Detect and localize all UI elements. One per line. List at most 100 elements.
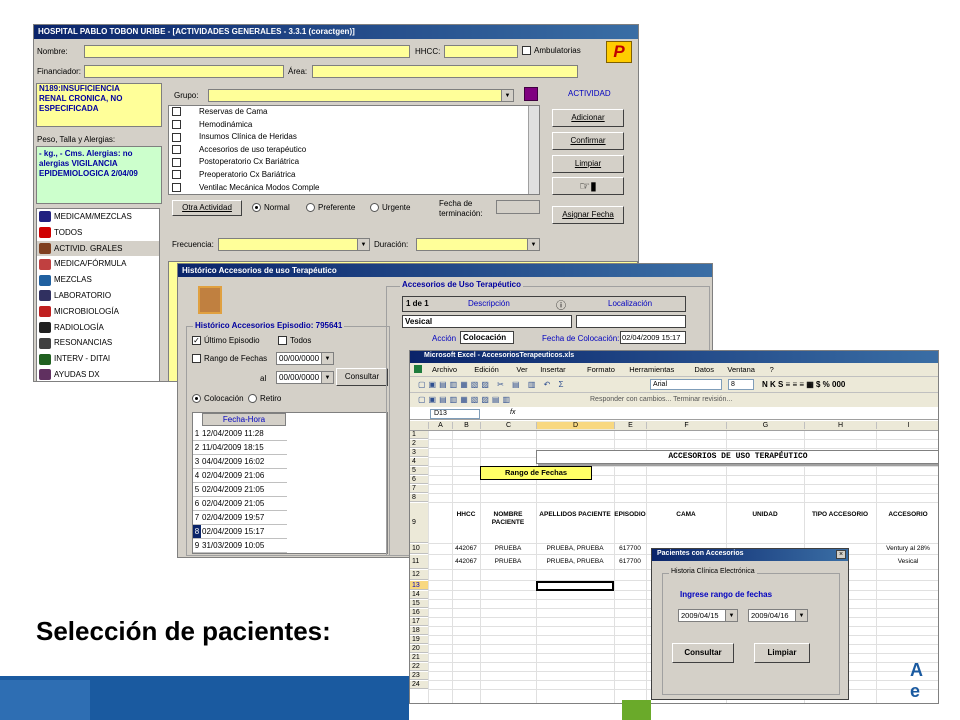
row-header[interactable]: 23 [410,672,428,680]
area-field[interactable] [312,65,578,78]
menu-item[interactable]: INTERV - DITAI [37,351,159,367]
row-header[interactable]: 2 [410,440,428,448]
table-header[interactable]: APELLIDOS PACIENTE [536,511,614,519]
frecuencia-select[interactable]: ▼ [218,238,370,251]
colocacion-radio[interactable]: Colocación [192,394,244,404]
menu-7[interactable]: Ventana [727,365,755,374]
menu-1[interactable]: Edición [474,365,499,374]
row-header[interactable]: 7 [410,485,428,493]
font-select[interactable]: Arial [650,379,722,390]
hhcc-field[interactable] [444,45,518,58]
table-header[interactable]: NOMBRE PACIENTE [480,511,536,527]
actividad-item[interactable]: Preoperatorio Cx Bariátrica [169,169,539,182]
date-to-select[interactable]: 00/00/0000 ▼ [276,371,334,384]
actividad-item[interactable]: Insumos Clínica de Heridas [169,131,539,144]
duracion-select[interactable]: ▼ [416,238,540,251]
checkbox-icon[interactable] [172,107,181,117]
row-header[interactable]: 4 [410,458,428,466]
confirmar-button[interactable]: Confirmar [552,132,624,150]
table-header[interactable]: HHCC [452,511,480,519]
table-cell[interactable]: PRUEBA, PRUEBA [536,558,614,565]
preferente-radio[interactable]: Preferente [306,203,355,213]
checkbox-icon[interactable] [172,132,181,142]
checkbox-icon[interactable] [172,182,181,192]
row-header[interactable]: 17 [410,618,428,626]
table-header[interactable]: CAMA [646,511,726,519]
ambulatorias-checkbox[interactable]: Ambulatorias [522,46,581,56]
row-header[interactable]: 1 [410,431,428,439]
column-header[interactable]: G [726,422,804,429]
table-row[interactable]: 3 04/04/2009 16:02 [193,455,287,469]
menu-item[interactable]: MEDICAM/MEZCLAS [37,209,159,225]
table-row[interactable]: 9 31/03/2009 10:05 [193,539,287,553]
row-header[interactable]: 8 [410,494,428,502]
actividad-item[interactable]: Hemodinámica [169,119,539,132]
actividad-item[interactable]: Ventilac Mecánica Modos Comple [169,182,539,194]
row-header[interactable]: 15 [410,600,428,608]
table-row[interactable]: 4 02/04/2009 21:06 [193,469,287,483]
row-header[interactable]: 14 [410,591,428,599]
checkbox-icon[interactable] [172,145,181,155]
table-row[interactable]: 1 12/04/2009 11:28 [193,427,287,441]
menu-4[interactable]: Formato [587,365,615,374]
actividad-item[interactable]: Accesorios de uso terapéutico [169,144,539,157]
reply-changes[interactable]: Responder con cambios... Terminar revisi… [590,396,732,403]
menu-5[interactable]: Herramientas [629,365,674,374]
menu-item[interactable]: RADIOLOGÍA [37,320,159,336]
table-cell[interactable]: PRUEBA, PRUEBA [536,545,614,552]
checkbox-icon[interactable] [172,119,181,129]
table-header[interactable]: EPISODIO [614,511,646,519]
table-header[interactable]: TIPO ACCESORIO [804,511,876,519]
table-cell[interactable]: 617700 [614,545,646,552]
date-from-select[interactable]: 00/00/0000 ▼ [276,352,334,365]
menu-item[interactable]: AYUDAS DX [37,367,159,381]
descripcion-field[interactable]: Vesical [402,315,572,328]
column-header[interactable]: A [428,422,452,429]
menu-item[interactable]: ACTIVID. GRALES [37,240,159,257]
consultar-button[interactable]: Consultar [336,368,388,386]
table-cell[interactable]: 617700 [614,558,646,565]
cell-ref-box[interactable]: D13 [430,409,480,419]
table-row[interactable]: 2 11/04/2009 18:15 [193,441,287,455]
asignar-fecha-button[interactable]: Asignar Fecha [552,206,624,224]
dialog-to-select[interactable]: 2009/04/16 ▼ [748,609,808,622]
row-header[interactable]: 9 [410,503,428,543]
table-cell[interactable]: PRUEBA [480,558,536,565]
info-icon[interactable]: ⓘ [556,297,566,312]
rango-fechas-button[interactable]: Rango de Fechas [480,466,592,480]
menu-item[interactable]: MEZCLAS [37,272,159,288]
table-row[interactable]: 5 02/04/2009 21:05 [193,483,287,497]
column-header[interactable]: B [452,422,480,429]
dialog-consultar-button[interactable]: Consultar [672,643,734,663]
accion-field[interactable]: Colocación [460,331,514,344]
actividad-item[interactable]: Postoperatorio Cx Bariátrica [169,156,539,169]
table-header[interactable]: ACCESORIO [876,511,938,519]
column-header[interactable]: D [536,422,614,429]
row-header[interactable]: 19 [410,636,428,644]
ultimo-episodio-checkbox[interactable]: Último Episodio [192,336,260,346]
menu-6[interactable]: Datos [694,365,714,374]
column-header[interactable]: E [614,422,646,429]
menu-8[interactable]: ? [770,365,774,374]
urgente-radio[interactable]: Urgente [370,203,410,213]
column-header[interactable]: H [804,422,876,429]
otra-actividad-button[interactable]: Otra Actividad [172,200,242,216]
fecha-terminacion-field[interactable] [496,200,540,214]
row-header[interactable]: 18 [410,627,428,635]
row-header[interactable]: 13 [410,581,428,590]
actividad-item[interactable]: Reservas de Cama [169,106,539,119]
table-row[interactable]: 8 02/04/2009 15:17 [193,525,287,539]
table-header[interactable]: UNIDAD [726,511,804,519]
table-cell[interactable]: PRUEBA [480,545,536,552]
row-header[interactable]: 21 [410,654,428,662]
localizacion-field[interactable] [576,315,686,328]
menu-0[interactable]: Archivo [432,365,457,374]
row-header[interactable]: 6 [410,476,428,484]
menu-2[interactable]: Ver [516,365,527,374]
row-header[interactable]: 22 [410,663,428,671]
column-header[interactable]: C [480,422,536,429]
menu-item[interactable]: TODOS [37,225,159,241]
column-header[interactable]: F [646,422,726,429]
table-row[interactable]: 6 02/04/2009 21:05 [193,497,287,511]
table-cell[interactable]: 442067 [452,558,480,565]
